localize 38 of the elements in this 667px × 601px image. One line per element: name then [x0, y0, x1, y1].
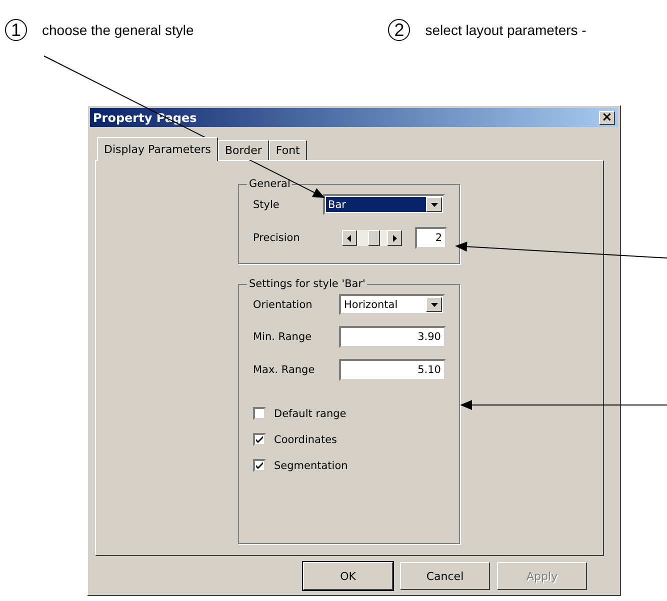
dialog-button[interactable]: OK — [303, 562, 393, 590]
field-label: Min. Range — [253, 331, 313, 343]
step-number: 2 — [388, 19, 410, 41]
tab[interactable]: Display Parameters — [97, 137, 218, 161]
dropdown-arrow-icon — [430, 301, 438, 308]
checkbox[interactable] — [253, 407, 266, 420]
tab[interactable]: Border — [218, 140, 269, 160]
group-title: Settings for style 'Bar' — [248, 278, 366, 290]
callout-text: select layout parameters - — [425, 22, 586, 38]
checkbox-label: Default range — [274, 408, 346, 420]
close-button[interactable]: × — [599, 110, 615, 124]
checkbox[interactable] — [253, 459, 266, 472]
checkbox-label: Segmentation — [274, 460, 348, 472]
field-label: Style — [253, 198, 280, 210]
callout-text: choose the general style — [42, 22, 194, 38]
left-arrow-icon — [346, 234, 353, 242]
precision-field[interactable]: 2 — [415, 227, 447, 249]
field-label: Precision — [253, 232, 301, 244]
dialog-button[interactable]: Cancel — [400, 562, 490, 590]
checkbox[interactable] — [253, 433, 266, 446]
precision-scrollbar[interactable] — [342, 230, 402, 246]
input-field[interactable]: 5.10 — [339, 359, 446, 381]
field-label: Orientation — [253, 298, 314, 310]
style-dropdown[interactable]: Bar — [323, 194, 445, 215]
dropdown-value: Bar — [326, 197, 426, 212]
dropdown-value: Horizontal — [343, 298, 399, 312]
group-title: General — [248, 178, 292, 190]
check-icon — [256, 462, 263, 469]
dropdown-arrow-icon — [430, 201, 438, 208]
tab[interactable]: Font — [268, 140, 307, 160]
orientation-dropdown[interactable]: Horizontal — [339, 294, 445, 315]
checkbox-label: Coordinates — [274, 434, 338, 446]
scroll-thumb[interactable] — [368, 230, 380, 246]
field-label: Max. Range — [253, 364, 316, 376]
step-number: 1 — [5, 19, 27, 41]
check-icon — [256, 436, 263, 443]
input-field[interactable]: 3.90 — [339, 326, 446, 348]
right-arrow-icon — [391, 234, 398, 242]
